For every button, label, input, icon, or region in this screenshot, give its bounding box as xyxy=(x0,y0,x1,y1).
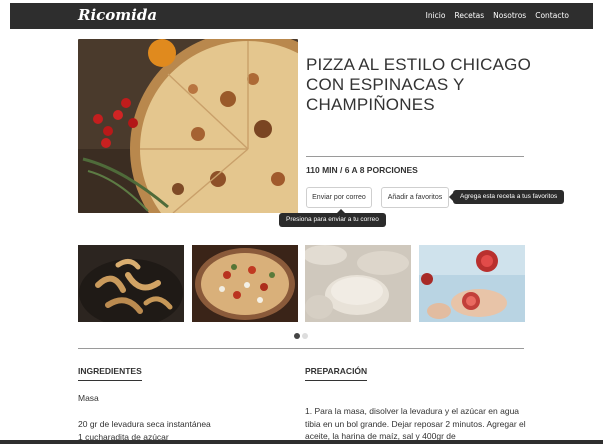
nav-links: Inicio Recetas Nosotros Contacto xyxy=(426,11,569,20)
bottom-edge xyxy=(0,440,603,444)
recipe-page: PIZZA AL ESTILO CHICAGO CON ESPINACAS Y … xyxy=(10,29,593,444)
gallery-image-pomegranate[interactable] xyxy=(419,245,525,322)
recipe-title: PIZZA AL ESTILO CHICAGO CON ESPINACAS Y … xyxy=(306,55,532,114)
carousel-dot-1[interactable] xyxy=(294,333,300,339)
ingredients-heading: INGREDIENTES xyxy=(78,366,142,381)
favorite-tooltip: Agrega esta receta a tus favoritos xyxy=(448,190,565,204)
email-tooltip: Presiona para enviar a tu correo xyxy=(279,209,386,227)
email-button[interactable]: Enviar por correo xyxy=(306,187,372,208)
preparation-text: 1. Para la masa, disolver la levadura y … xyxy=(305,406,526,441)
title-divider xyxy=(306,156,524,157)
carousel-dot-2[interactable] xyxy=(302,333,308,339)
nav-link-contacto[interactable]: Contacto xyxy=(535,11,569,20)
nav-link-inicio[interactable]: Inicio xyxy=(426,11,446,20)
top-navbar: Ricomida Inicio Recetas Nosotros Contact… xyxy=(10,3,593,29)
gallery-image-pizza-tray[interactable] xyxy=(192,245,298,322)
brand-logo[interactable]: Ricomida xyxy=(78,6,157,24)
recipe-meta: 110 MIN / 6 A 8 PORCIONES xyxy=(306,165,418,175)
hero-pizza-image xyxy=(78,39,298,213)
section-divider xyxy=(78,348,524,349)
favorite-button[interactable]: Añadir a favoritos xyxy=(381,187,449,208)
nav-link-nosotros[interactable]: Nosotros xyxy=(493,11,526,20)
gallery-image-mushrooms[interactable] xyxy=(78,245,184,322)
ingredients-group-label: Masa xyxy=(78,393,99,403)
preparation-heading: PREPARACIÓN xyxy=(305,366,368,381)
carousel-dots xyxy=(294,333,308,339)
nav-link-recetas[interactable]: Recetas xyxy=(454,11,484,20)
gallery-image-dough[interactable] xyxy=(305,245,411,322)
ingredient-item: 20 gr de levadura seca instantánea xyxy=(78,419,211,429)
